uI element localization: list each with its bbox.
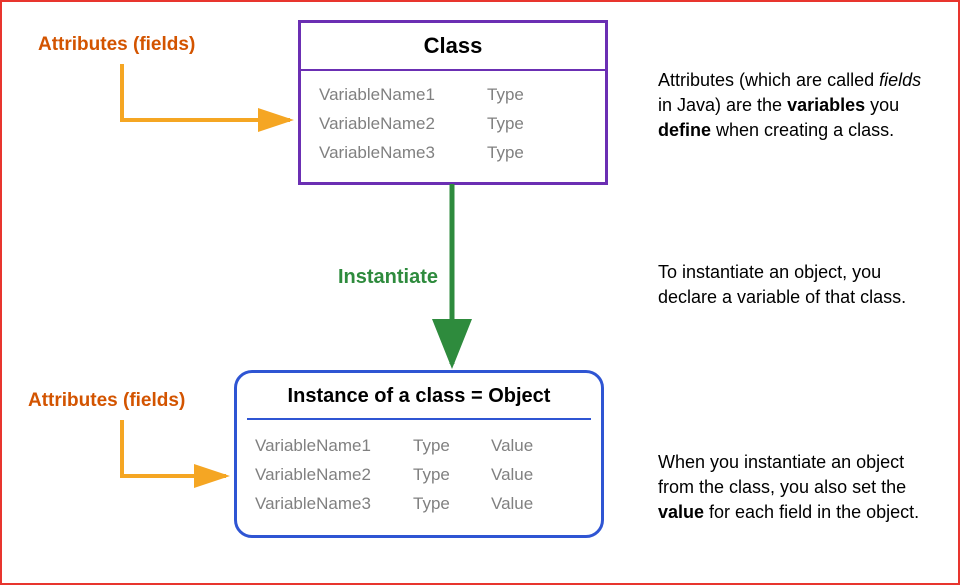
field-value: Value <box>491 432 561 461</box>
field-type: Type <box>413 490 483 519</box>
text-bold: define <box>658 120 711 140</box>
field-type: Type <box>413 432 483 461</box>
text-bold: variables <box>787 95 865 115</box>
object-field-row: VariableName3 Type Value <box>255 490 583 519</box>
text-italic: fields <box>879 70 921 90</box>
text: When you instantiate an object from the … <box>658 452 906 497</box>
object-field-row: VariableName1 Type Value <box>255 432 583 461</box>
explain-object: When you instantiate an object from the … <box>658 450 938 526</box>
text: when creating a class. <box>711 120 894 140</box>
explain-instantiate: To instantiate an object, you declare a … <box>658 260 938 310</box>
field-value: Value <box>491 490 561 519</box>
attributes-label-bottom: Attributes (fields) <box>28 390 185 412</box>
explain-attributes: Attributes (which are called fields in J… <box>658 68 938 144</box>
text: for each field in the object. <box>704 502 919 522</box>
text: Attributes (which are called <box>658 70 879 90</box>
diagram-frame: Attributes (fields) Class VariableName1 … <box>0 0 960 585</box>
text-bold: value <box>658 502 704 522</box>
field-type: Type <box>413 461 483 490</box>
object-box-title: Instance of a class = Object <box>237 373 601 418</box>
field-value: Value <box>491 461 561 490</box>
object-box-body: VariableName1 Type Value VariableName2 T… <box>237 420 601 535</box>
text: in Java) are the <box>658 95 787 115</box>
object-field-row: VariableName2 Type Value <box>255 461 583 490</box>
field-name: VariableName2 <box>255 461 405 490</box>
field-name: VariableName1 <box>255 432 405 461</box>
object-box: Instance of a class = Object VariableNam… <box>234 370 604 538</box>
field-name: VariableName3 <box>255 490 405 519</box>
instantiate-label: Instantiate <box>338 266 438 289</box>
text: you <box>865 95 899 115</box>
